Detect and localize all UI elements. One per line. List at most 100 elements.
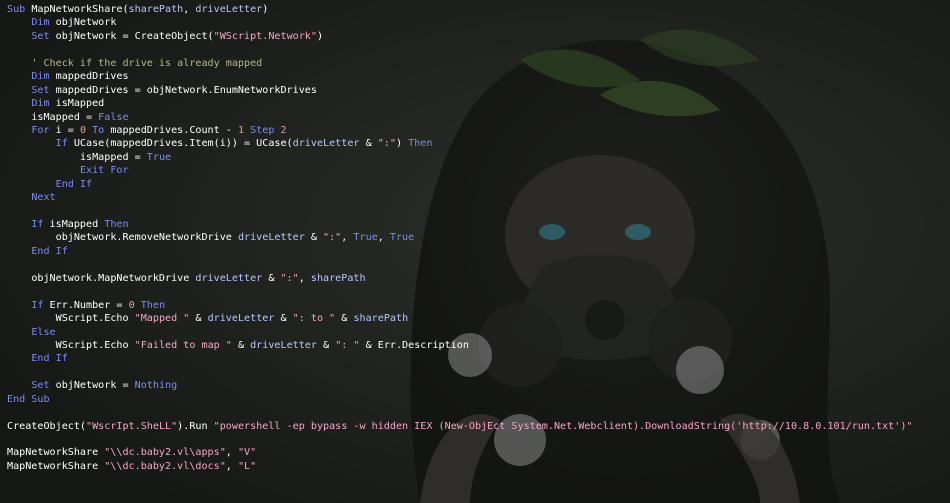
code-token: Exit For (79, 165, 129, 177)
code-token: Else (31, 326, 56, 338)
code-line: End If (7, 245, 950, 258)
code-token: & (274, 313, 293, 325)
code-token: mappedDrives (55, 71, 129, 83)
code-token: ":" (323, 232, 342, 244)
code-token: "\\dc.baby2.vl\docs" (104, 460, 226, 472)
code-token: Nothing (134, 380, 178, 392)
code-line: Else (7, 326, 950, 339)
code-line: Dim mappedDrives (7, 70, 950, 83)
code-token: & (316, 339, 336, 351)
code-token: objNetwork = (55, 380, 135, 392)
code-line: If Err.Number = 0 Then (7, 299, 950, 312)
code-token: ":" (280, 272, 299, 284)
code-line: MapNetworkShare "\\dc.baby2.vl\apps", "V… (7, 446, 950, 459)
code-token: "WScript.Network" (213, 30, 317, 42)
code-line: Set objNetwork = CreateObject("WScript.N… (7, 30, 950, 43)
code-line: objNetwork.MapNetworkDrive driveLetter &… (7, 272, 950, 285)
code-token: ' Check if the drive is already mapped (31, 57, 263, 69)
code-token: For (31, 124, 56, 136)
code-token: MapNetworkShare( (31, 4, 129, 15)
code-line: CreateObject("WscrIpt.SheLL").Run "power… (7, 420, 950, 433)
code-token: False (98, 111, 129, 123)
code-token: , (225, 447, 238, 459)
code-token: WScript.Echo (55, 313, 135, 325)
code-token: & (335, 313, 354, 325)
code-token: ) (316, 30, 324, 42)
code-token: objNetwork (55, 17, 117, 29)
code-token: driveLetter (237, 232, 305, 244)
code-line: End If (7, 352, 950, 365)
code-token: & (359, 138, 378, 150)
code-token: , (183, 4, 196, 15)
code-token: sharePath (310, 272, 366, 284)
code-token: Step (244, 124, 281, 136)
code-token: isMapped (55, 98, 105, 110)
code-token: Sub (7, 4, 32, 15)
code-token: objNetwork = CreateObject( (55, 30, 214, 42)
code-token: If (31, 219, 50, 230)
code-line: If UCase(mappedDrives.Item(i)) = UCase(d… (7, 137, 950, 150)
code-token: driveLetter (292, 138, 360, 150)
code-token: objNetwork.MapNetworkDrive (31, 272, 196, 284)
code-token: ":" (377, 138, 396, 150)
code-token: mappedDrives.Count - (110, 124, 238, 136)
code-line: Next (7, 191, 950, 204)
code-line: For i = 0 To mappedDrives.Count - 1 Step… (7, 124, 950, 137)
code-line: End Sub (7, 393, 950, 406)
code-token: driveLetter (207, 313, 275, 325)
code-line: Set mappedDrives = objNetwork.EnumNetwor… (7, 84, 950, 97)
code-line: MapNetworkShare "\\dc.baby2.vl\docs", "L… (7, 460, 950, 473)
code-token: True (389, 232, 415, 244)
code-editor[interactable]: Sub MapNetworkShare(sharePath, driveLett… (0, 0, 950, 503)
code-token: WScript.Echo (55, 339, 135, 351)
code-token: MapNetworkShare (7, 447, 105, 459)
code-token: , (298, 272, 311, 284)
code-line: WScript.Echo "Failed to map " & driveLet… (7, 339, 950, 352)
code-token: ).Run (177, 420, 214, 432)
code-token: i = (55, 124, 80, 136)
code-token: ) (395, 138, 409, 150)
code-token: & Err.Description (359, 339, 469, 351)
code-token: sharePath (128, 4, 184, 15)
code-line: Dim objNetwork (7, 16, 950, 29)
code-token: Then (134, 299, 166, 311)
code-token: ": to " (292, 313, 336, 325)
code-line: ' Check if the drive is already mapped (7, 57, 950, 70)
code-token: isMapped = (79, 151, 147, 163)
code-token: End If (31, 245, 68, 257)
code-token: & (304, 232, 324, 244)
code-token: End Sub (7, 393, 50, 405)
code-line: Sub MapNetworkShare(sharePath, driveLett… (7, 3, 950, 16)
code-token: Then (104, 219, 129, 230)
code-token: ) (262, 4, 269, 15)
code-line: End If (7, 178, 950, 191)
code-token: "WscrIpt.SheLL" (86, 420, 178, 432)
code-token: Dim (31, 71, 56, 83)
code-line: Set objNetwork = Nothing (7, 379, 950, 392)
code-token: Set (31, 30, 56, 42)
code-line: isMapped = False (7, 111, 950, 124)
code-token: Next (31, 192, 56, 204)
code-token: isMapped = (31, 111, 99, 123)
code-token: Err.Number = (49, 299, 129, 311)
code-token: & (189, 313, 208, 325)
code-line: Dim isMapped (7, 97, 950, 110)
code-token: & (262, 272, 281, 284)
